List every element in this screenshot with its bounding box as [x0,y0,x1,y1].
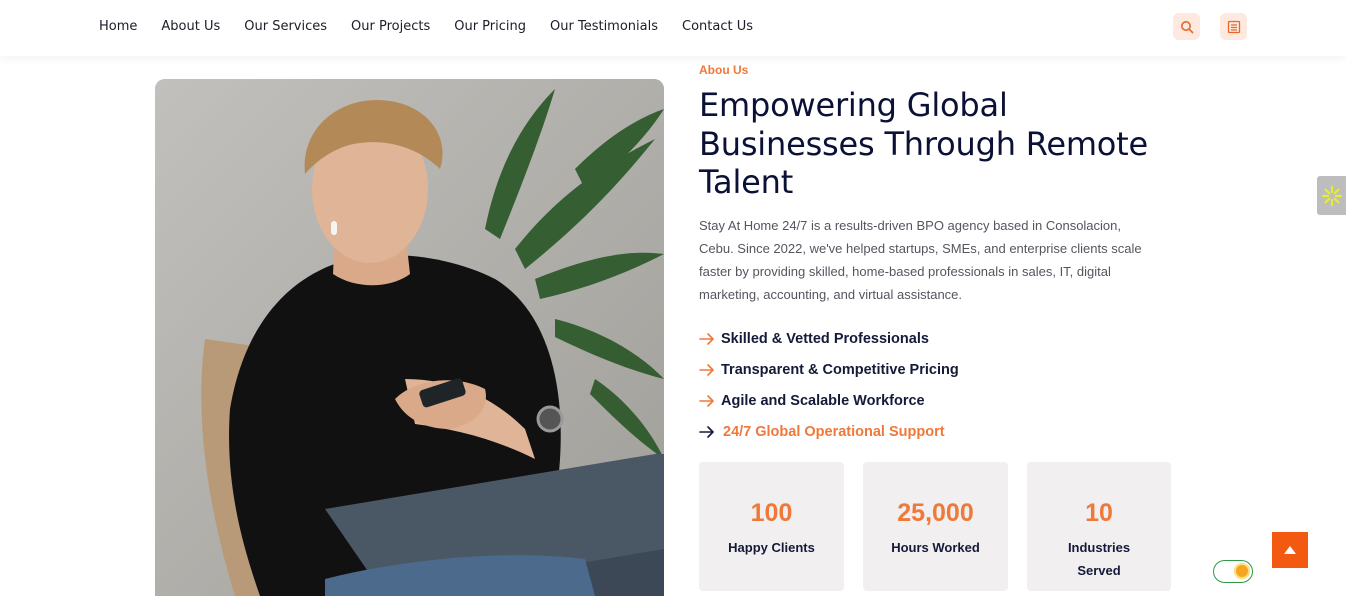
stat-card-industries-served: 10 Industries Served [1027,462,1171,591]
scroll-to-top-button[interactable] [1272,532,1308,568]
arrow-right-icon [699,394,721,407]
feature-item-active[interactable]: 24/7 Global Operational Support [699,416,959,447]
stat-number: 100 [750,499,793,527]
stat-number: 25,000 [897,499,974,527]
arrow-right-icon [699,332,721,345]
search-button[interactable] [1173,13,1200,40]
search-icon [1180,20,1193,33]
feature-list: Skilled & Vetted Professionals Transpare… [699,323,959,447]
nav-our-pricing[interactable]: Our Pricing [454,18,526,36]
stat-label: Happy Clients [728,540,815,555]
nav-home[interactable]: Home [99,18,137,36]
about-description: Stay At Home 24/7 is a results-driven BP… [699,218,1142,302]
settings-side-tab[interactable] [1317,176,1346,215]
top-navbar: Home About Us Our Services Our Projects … [0,0,1346,56]
feature-item: Agile and Scalable Workforce [699,385,959,416]
nav-contact-us[interactable]: Contact Us [682,18,753,36]
feature-item: Transparent & Competitive Pricing [699,354,959,385]
nav-about-us[interactable]: About Us [161,18,220,36]
stat-label: Hours Worked [891,540,980,555]
gear-icon [1321,185,1342,206]
sun-icon [1234,563,1250,579]
nav-our-services[interactable]: Our Services [244,18,327,36]
nav-our-projects[interactable]: Our Projects [351,18,430,36]
section-eyebrow: Abou Us [699,63,749,77]
main-nav: Home About Us Our Services Our Projects … [99,18,753,36]
feature-label: Transparent & Competitive Pricing [721,361,959,378]
stat-number: 10 [1085,499,1113,527]
caret-up-icon [1284,546,1296,554]
about-photo [155,79,664,596]
feature-item: Skilled & Vetted Professionals [699,323,959,354]
stat-card-hours-worked: 25,000 Hours Worked [863,462,1008,591]
feature-label: 24/7 Global Operational Support [723,423,945,440]
about-headline: Empowering Global Businesses Through Rem… [699,86,1149,201]
menu-document-button[interactable] [1220,13,1247,40]
stat-card-happy-clients: 100 Happy Clients [699,462,844,591]
feature-label: Agile and Scalable Workforce [721,392,925,409]
arrow-right-icon [699,425,721,438]
feature-label: Skilled & Vetted Professionals [721,330,929,347]
arrow-right-icon [699,363,721,376]
document-icon [1227,20,1240,33]
man-with-phone-photo [155,79,664,596]
stat-label: Industries Served [1067,540,1131,578]
theme-toggle[interactable] [1213,560,1253,583]
nav-our-testimonials[interactable]: Our Testimonials [550,18,658,36]
